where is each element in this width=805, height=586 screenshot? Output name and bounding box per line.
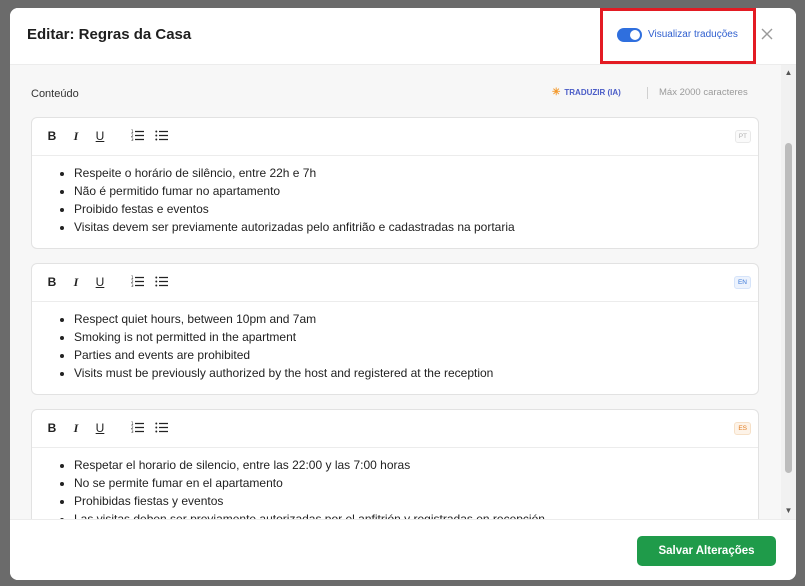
scroll-up-icon[interactable]: ▲ xyxy=(781,67,796,79)
scroll-down-icon[interactable]: ▼ xyxy=(781,505,796,517)
rules-list-es[interactable]: Respetar el horario de silencio, entre l… xyxy=(58,456,545,519)
save-button[interactable]: Salvar Alterações xyxy=(637,536,776,566)
ordered-list-icon[interactable]: 123 xyxy=(131,421,145,435)
translations-toggle[interactable] xyxy=(617,28,642,42)
list-item: No se permite fumar en el apartamento xyxy=(74,474,545,492)
svg-text:3: 3 xyxy=(131,283,134,287)
list-item: Las visitas deben ser previamente autori… xyxy=(74,510,545,519)
list-item: Visits must be previously authorized by … xyxy=(74,364,493,382)
italic-button[interactable]: I xyxy=(69,129,83,143)
bold-button[interactable]: B xyxy=(45,129,59,143)
translate-label: TRADUZIR (IA) xyxy=(564,88,621,97)
underline-button[interactable]: U xyxy=(93,129,107,143)
list-item: Respect quiet hours, between 10pm and 7a… xyxy=(74,310,493,328)
lang-badge-es: ES xyxy=(734,422,751,435)
editor-toolbar: B I U 123 EN xyxy=(32,264,758,302)
list-item: Respetar el horario de silencio, entre l… xyxy=(74,456,545,474)
rules-list-pt[interactable]: Respeite o horário de silêncio, entre 22… xyxy=(58,164,515,236)
editor-en[interactable]: B I U 123 EN Respect quiet hours, betwee… xyxy=(31,263,759,395)
edit-modal: Editar: Regras da Casa Visualizar traduç… xyxy=(10,8,796,580)
modal-footer: Salvar Alterações xyxy=(10,519,796,580)
modal-title: Editar: Regras da Casa xyxy=(27,26,192,43)
bullet-list-icon[interactable] xyxy=(155,129,169,143)
bold-button[interactable]: B xyxy=(45,421,59,435)
editor-es[interactable]: B I U 123 ES Respetar el horario de sile… xyxy=(31,409,759,519)
toggle-knob xyxy=(630,30,640,40)
list-item: Prohibidas fiestas y eventos xyxy=(74,492,545,510)
editor-pt[interactable]: B I U 123 PT Respeite o horário de silên… xyxy=(31,117,759,249)
list-item: Smoking is not permitted in the apartmen… xyxy=(74,328,493,346)
list-item: Proibido festas e eventos xyxy=(74,200,515,218)
lang-badge-pt: PT xyxy=(734,130,751,143)
ordered-list-icon[interactable]: 123 xyxy=(131,275,145,289)
scrollbar-thumb[interactable] xyxy=(785,143,792,473)
editor-toolbar: B I U 123 PT xyxy=(32,118,758,156)
editor-toolbar: B I U 123 ES xyxy=(32,410,758,448)
list-item: Respeite o horário de silêncio, entre 22… xyxy=(74,164,515,182)
toggle-label[interactable]: Visualizar traduções xyxy=(648,29,738,40)
section-label: Conteúdo xyxy=(31,88,79,100)
vertical-scrollbar[interactable]: ▲ ▼ xyxy=(781,65,796,519)
max-chars-label: Máx 2000 caracteres xyxy=(659,87,748,98)
translate-ai-button[interactable]: ✳ TRADUZIR (IA) xyxy=(552,87,621,98)
content-scroll-area[interactable]: Conteúdo ✳ TRADUZIR (IA) Máx 2000 caracte… xyxy=(10,65,796,519)
bullet-list-icon[interactable] xyxy=(155,275,169,289)
bold-button[interactable]: B xyxy=(45,275,59,289)
lang-badge-en: EN xyxy=(733,276,751,289)
bullet-list-icon[interactable] xyxy=(155,421,169,435)
svg-text:3: 3 xyxy=(131,137,134,141)
sparkle-icon: ✳ xyxy=(552,87,561,98)
italic-button[interactable]: I xyxy=(69,421,83,435)
list-item: Não é permitido fumar no apartamento xyxy=(74,182,515,200)
divider xyxy=(647,87,648,99)
list-item: Visitas devem ser previamente autorizada… xyxy=(74,218,515,236)
underline-button[interactable]: U xyxy=(93,421,107,435)
underline-button[interactable]: U xyxy=(93,275,107,289)
ordered-list-icon[interactable]: 123 xyxy=(131,129,145,143)
list-item: Parties and events are prohibited xyxy=(74,346,493,364)
rules-list-en[interactable]: Respect quiet hours, between 10pm and 7a… xyxy=(58,310,493,382)
italic-button[interactable]: I xyxy=(69,275,83,289)
close-icon[interactable] xyxy=(758,25,776,43)
modal-header: Editar: Regras da Casa Visualizar traduç… xyxy=(10,8,796,65)
svg-text:3: 3 xyxy=(131,429,134,433)
